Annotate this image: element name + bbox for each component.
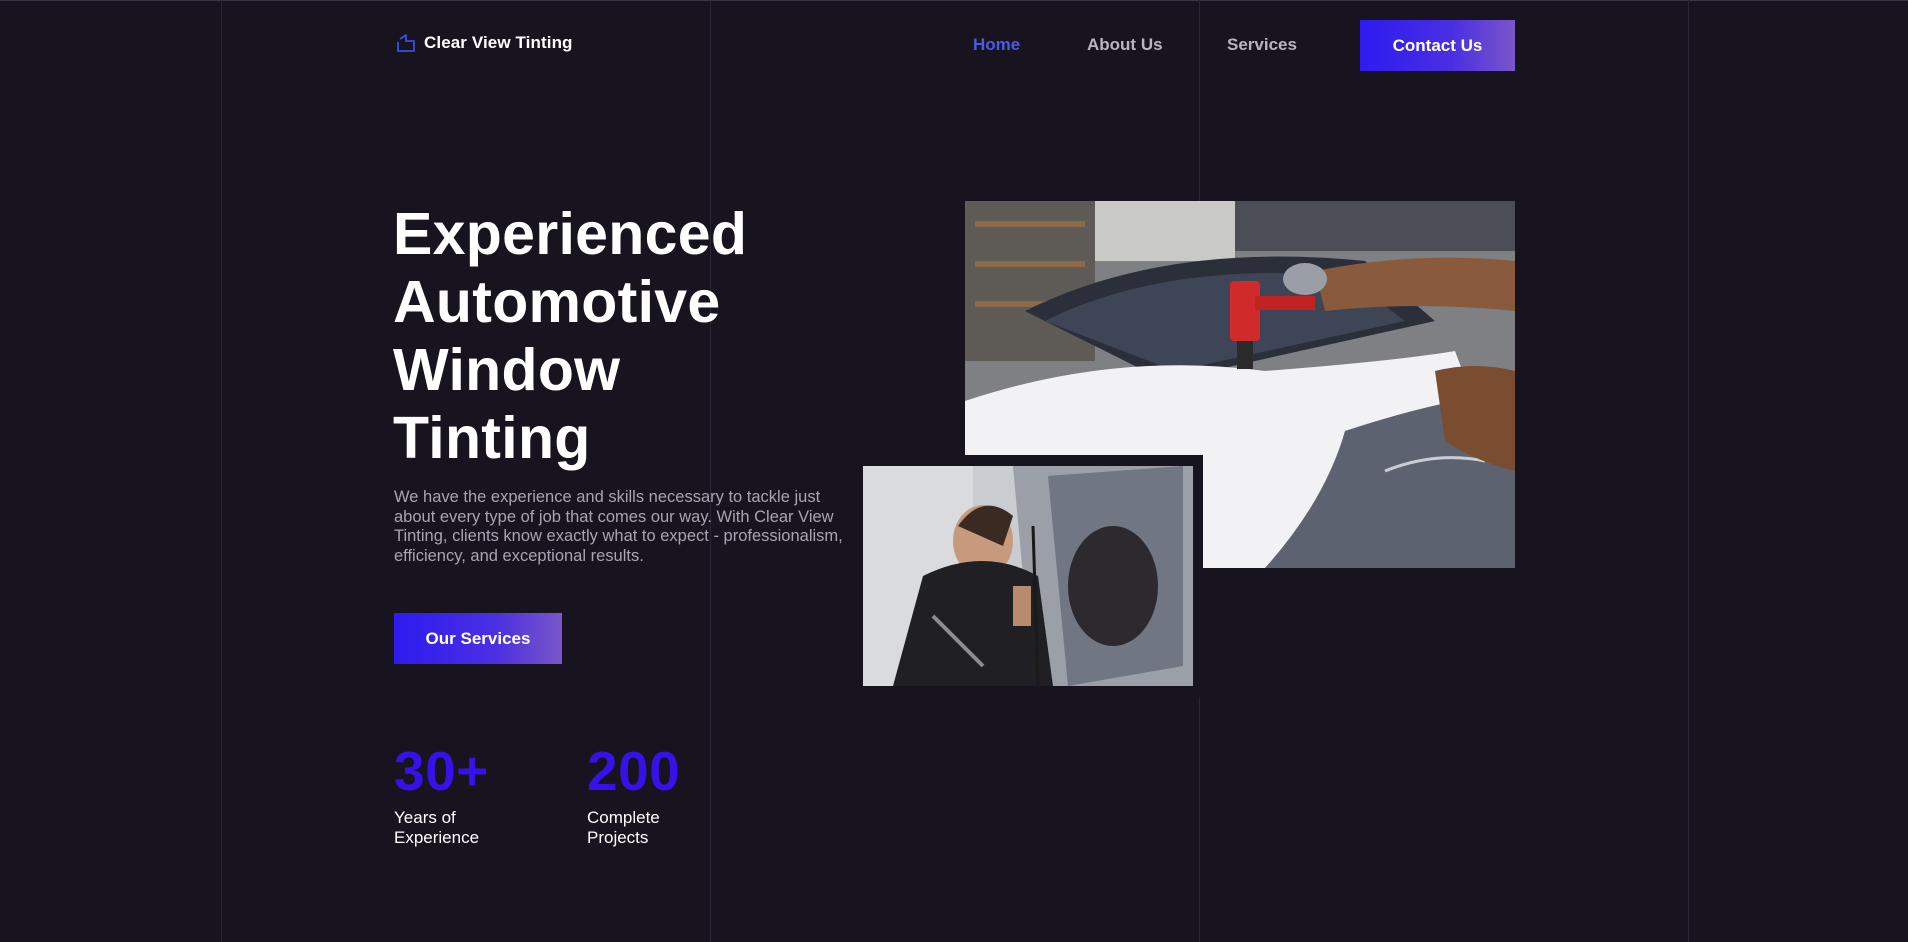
stat-years: 30+ Years of Experience (394, 738, 524, 847)
house-outline-icon (396, 33, 416, 53)
brand-logo[interactable]: Clear View Tinting (396, 33, 573, 53)
stat-projects: 200 Complete Projects (587, 738, 717, 847)
contact-us-button[interactable]: Contact Us (1360, 20, 1515, 71)
top-border (0, 0, 1908, 1)
hero-title-line: Experienced (393, 201, 748, 267)
grid-line (1688, 0, 1689, 942)
nav-home[interactable]: Home (973, 35, 1020, 55)
nav-about-us[interactable]: About Us (1087, 35, 1163, 55)
nav-services[interactable]: Services (1227, 35, 1297, 55)
hero-description: We have the experience and skills necess… (394, 488, 843, 565)
technician-photo (863, 466, 1193, 686)
stat-number: 30+ (394, 740, 489, 802)
hero-title: Experienced Automotive Window Tinting (393, 200, 833, 472)
stat-label: Years of Experience (394, 808, 480, 847)
stat-number: 200 (587, 740, 681, 802)
stat-label: Complete Projects (587, 808, 660, 847)
hero-title-line: Window (393, 337, 621, 403)
our-services-button[interactable]: Our Services (394, 613, 562, 664)
brand-name: Clear View Tinting (424, 33, 573, 52)
hero-title-line: Tinting (393, 405, 591, 471)
grid-line (221, 0, 222, 942)
hero-title-line: Automotive (393, 269, 721, 335)
